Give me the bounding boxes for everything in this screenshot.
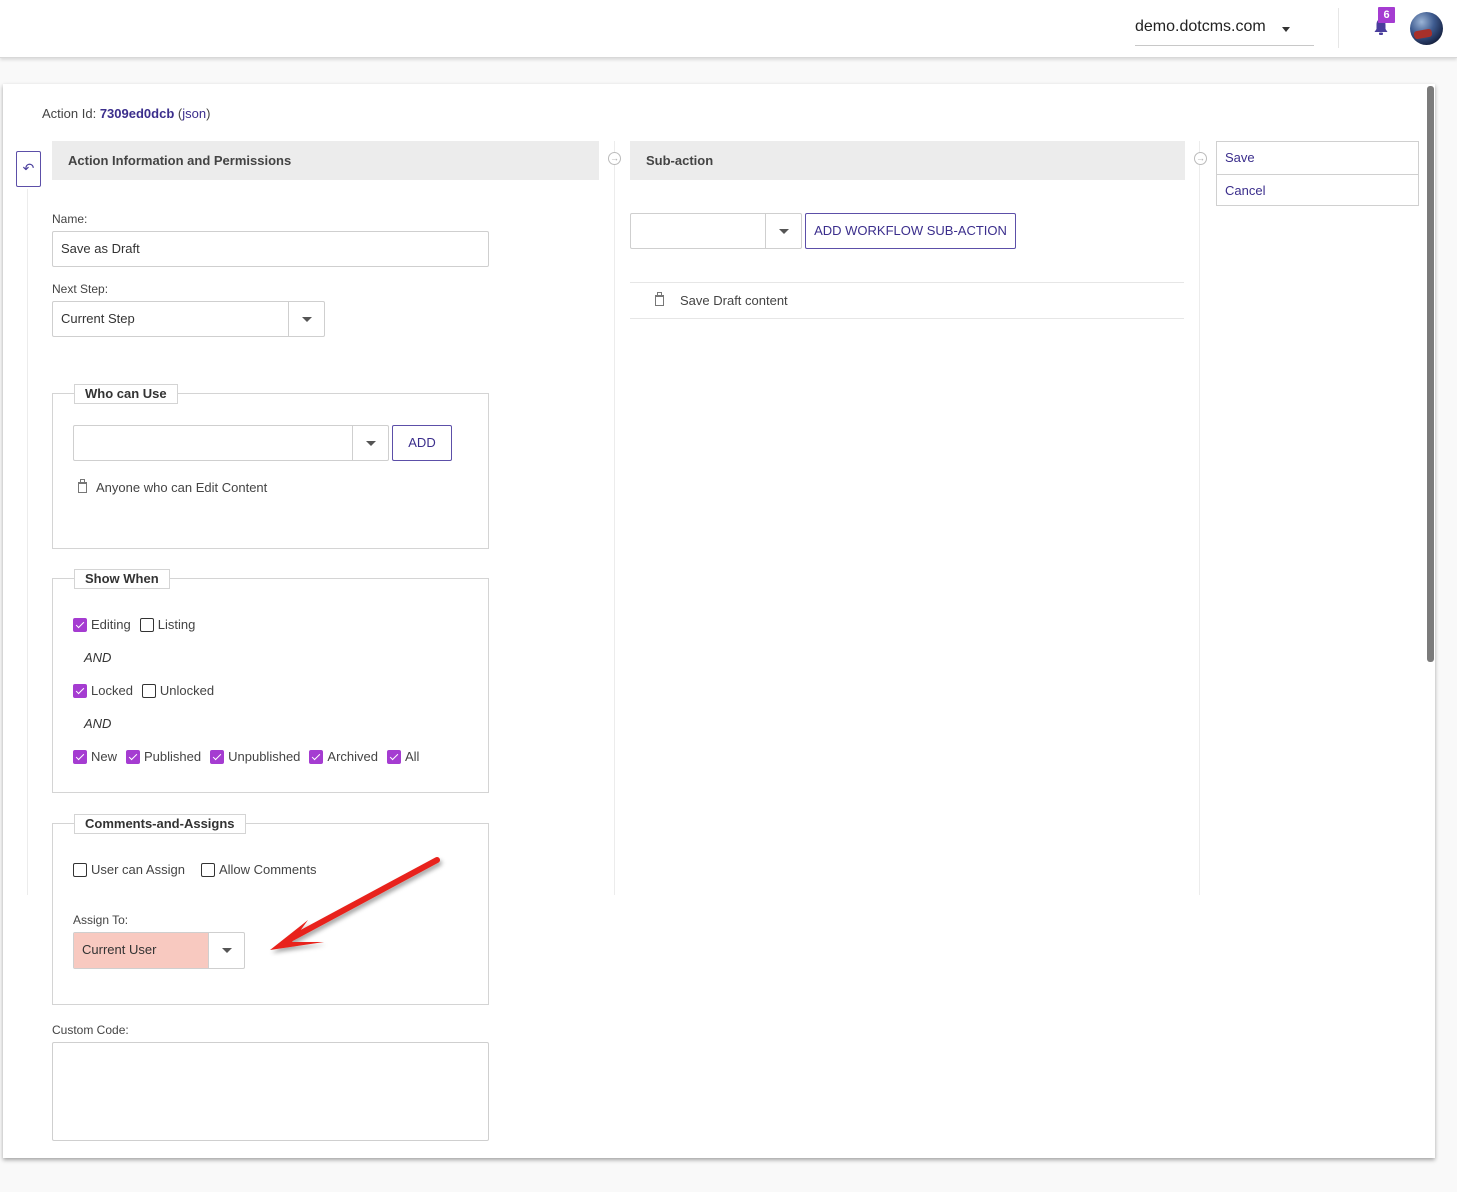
arrow-right-circle-icon: → <box>608 152 621 165</box>
trash-icon[interactable] <box>655 292 664 306</box>
back-arrow-icon: ↶ <box>22 160 35 176</box>
user-avatar[interactable] <box>1410 12 1443 45</box>
json-link[interactable]: json <box>182 106 206 121</box>
column-divider <box>1199 141 1200 895</box>
action-id-link[interactable]: 7309ed0dcb <box>100 106 174 121</box>
show-when-row-2: Locked Unlocked <box>73 683 223 698</box>
and-label: AND <box>84 650 112 665</box>
divider <box>1338 8 1339 48</box>
action-id-label: Action Id: <box>42 106 97 121</box>
assign-to-value: Current User <box>82 942 157 957</box>
section-header-sub-action: Sub-action <box>630 141 1185 180</box>
checkbox-all[interactable] <box>386 749 401 764</box>
checkbox-unlocked[interactable] <box>141 683 156 698</box>
chevron-down-icon[interactable] <box>288 302 324 336</box>
scrollbar[interactable] <box>1427 86 1434 662</box>
show-when-row-3: New Published Unpublished Archived All <box>73 749 428 764</box>
custom-code-label: Custom Code: <box>52 1023 129 1037</box>
next-step-value: Current Step <box>61 311 135 326</box>
who-can-use-legend: Who can Use <box>74 384 178 404</box>
checkbox-user-can-assign[interactable] <box>73 862 87 877</box>
sub-action-label: Save Draft content <box>680 293 788 308</box>
checkbox-new-label[interactable]: New <box>91 749 117 764</box>
comments-and-assigns-fieldset: Comments-and-Assigns User can Assign All… <box>52 814 489 1005</box>
add-workflow-sub-action-button[interactable]: ADD WORKFLOW SUB-ACTION <box>805 213 1016 249</box>
checkbox-allow-comments[interactable] <box>200 862 215 877</box>
checkbox-published-label[interactable]: Published <box>144 749 201 764</box>
who-can-use-dropdown[interactable] <box>73 425 389 461</box>
site-selector-label: demo.dotcms.com <box>1135 18 1266 35</box>
checkbox-editing-label[interactable]: Editing <box>91 617 131 632</box>
chevron-down-icon[interactable] <box>208 933 244 968</box>
checkbox-locked[interactable] <box>73 683 87 698</box>
caret-down-icon <box>1282 27 1290 32</box>
checkbox-all-label[interactable]: All <box>405 749 419 764</box>
permission-label: Anyone who can Edit Content <box>96 480 268 495</box>
checkbox-archived[interactable] <box>309 749 324 764</box>
back-button[interactable]: ↶ <box>16 151 41 187</box>
trash-icon[interactable] <box>78 479 87 493</box>
top-bar: demo.dotcms.com 6 <box>0 0 1457 58</box>
column-divider <box>614 141 615 895</box>
checkbox-listing-label[interactable]: Listing <box>158 617 196 632</box>
sub-action-dropdown[interactable] <box>630 213 802 249</box>
name-label: Name: <box>52 212 88 226</box>
checkbox-unpublished-label[interactable]: Unpublished <box>228 749 300 764</box>
checkbox-archived-label[interactable]: Archived <box>327 749 378 764</box>
show-when-row-1: Editing Listing <box>73 617 204 632</box>
cancel-button[interactable]: Cancel <box>1217 174 1418 206</box>
arrow-right-circle-icon: → <box>1194 152 1207 165</box>
checkbox-listing[interactable] <box>139 617 154 632</box>
comments-options-row: User can Assign Allow Comments <box>73 862 325 877</box>
checkbox-allow-comments-label[interactable]: Allow Comments <box>219 862 317 877</box>
site-selector[interactable]: demo.dotcms.com <box>1135 14 1314 46</box>
save-button[interactable]: Save <box>1217 142 1418 174</box>
show-when-legend: Show When <box>74 569 170 589</box>
checkbox-new[interactable] <box>73 749 87 764</box>
checkbox-unpublished[interactable] <box>210 749 225 764</box>
checkbox-locked-label[interactable]: Locked <box>91 683 133 698</box>
checkbox-editing[interactable] <box>73 617 87 632</box>
chevron-down-icon[interactable] <box>352 426 388 460</box>
section-header-action-info: Action Information and Permissions <box>52 141 599 180</box>
next-step-dropdown[interactable]: Current Step <box>52 301 325 337</box>
chevron-down-icon[interactable] <box>765 214 801 248</box>
list-item: Save Draft content <box>630 282 1184 319</box>
and-label: AND <box>84 716 112 731</box>
comments-and-assigns-legend: Comments-and-Assigns <box>74 814 246 834</box>
checkbox-unlocked-label[interactable]: Unlocked <box>160 683 214 698</box>
next-step-label: Next Step: <box>52 282 109 296</box>
action-menu: Save Cancel <box>1216 141 1419 206</box>
column-divider <box>27 189 28 895</box>
assign-to-label: Assign To: <box>73 913 129 927</box>
who-can-use-fieldset: Who can Use ADD Anyone who can Edit Cont… <box>52 384 489 549</box>
checkbox-published[interactable] <box>126 749 141 764</box>
action-id-line: Action Id: 7309ed0dcb (json) <box>42 106 211 121</box>
action-editor-card: Action Id: 7309ed0dcb (json) ↶ Action In… <box>3 84 1435 1158</box>
show-when-fieldset: Show When Editing Listing AND Locked Unl… <box>52 569 489 793</box>
name-input[interactable]: Save as Draft <box>52 231 489 267</box>
checkbox-user-can-assign-label[interactable]: User can Assign <box>91 862 185 877</box>
notification-badge: 6 <box>1378 7 1395 23</box>
add-permission-button[interactable]: ADD <box>392 425 452 461</box>
assign-to-dropdown[interactable]: Current User <box>73 932 245 969</box>
custom-code-textarea[interactable] <box>52 1042 489 1141</box>
list-item: Anyone who can Edit Content <box>78 479 268 495</box>
